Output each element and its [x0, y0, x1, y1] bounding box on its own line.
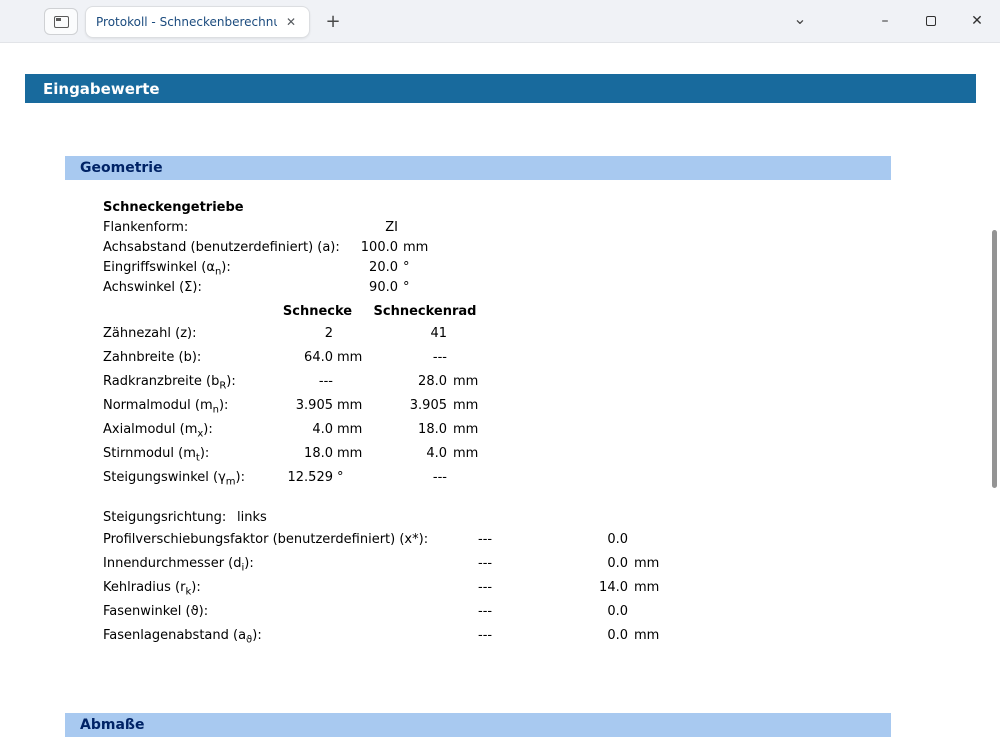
tab-overview-button[interactable]	[44, 8, 78, 35]
main-header-title: Eingabewerte	[43, 80, 160, 98]
row-value: links	[237, 508, 267, 528]
tab-title: Protokoll - Schneckenberechnung	[96, 15, 277, 29]
section-title: Abmaße	[80, 717, 144, 733]
row-label: Fasenwinkel (ϑ):	[103, 600, 478, 624]
table-row: Zahnbreite (b): 64.0 mm ---	[103, 346, 1000, 370]
subtitle-label: Schneckengetriebe	[103, 198, 244, 218]
row-label: Achsabstand (benutzerdefiniert) (a):	[103, 238, 353, 258]
value-schneckenrad: ---	[367, 346, 447, 370]
value-schnecke: 2	[268, 322, 333, 346]
wide-row: Fasenlagenabstand (aϑ): --- 0.0 mm	[103, 624, 1000, 648]
row-label: Profilverschiebungsfaktor (benutzerdefin…	[103, 528, 478, 552]
unit-schnecke: °	[337, 466, 367, 490]
row-value: 90.0	[353, 278, 398, 298]
table-row: Radkranzbreite (bR): --- 28.0 mm	[103, 370, 1000, 394]
data-row: Flankenform: ZI	[103, 218, 1000, 238]
wide-row: Fasenwinkel (ϑ): --- 0.0	[103, 600, 1000, 624]
data-row: Achswinkel (Σ): 90.0 °	[103, 278, 1000, 298]
geometry-content: Schneckengetriebe Flankenform: ZI Achsab…	[103, 198, 1000, 648]
row-label: Flankenform:	[103, 218, 353, 238]
minimize-button[interactable]: –	[862, 0, 908, 42]
unit-schneckenrad: mm	[453, 394, 478, 418]
value-schnecke: 3.905	[268, 394, 333, 418]
unit-schnecke: mm	[337, 418, 367, 442]
table-row: Steigungswinkel (γm): 12.529 ° ---	[103, 466, 1000, 490]
row-value: 0.0	[518, 552, 628, 576]
new-tab-button[interactable]: +	[320, 9, 346, 35]
schnecke-placeholder: ---	[478, 552, 518, 576]
unit-schneckenrad: mm	[453, 442, 478, 466]
scrollbar-thumb[interactable]	[992, 230, 997, 488]
row-value: 0.0	[518, 600, 628, 624]
column-headers-row: Schnecke Schneckenrad	[103, 302, 1000, 322]
unit-schneckenrad: mm	[453, 370, 478, 394]
unit-schnecke: mm	[337, 346, 367, 370]
section-title: Geometrie	[80, 160, 163, 176]
schnecke-placeholder: ---	[478, 624, 518, 648]
row-unit: mm	[634, 624, 659, 648]
schnecke-placeholder: ---	[478, 528, 518, 552]
row-value: ZI	[353, 218, 398, 238]
row-value: 14.0	[518, 576, 628, 600]
unit-schnecke: mm	[337, 442, 367, 466]
tab-close-icon[interactable]: ✕	[283, 15, 299, 29]
value-schnecke: 4.0	[268, 418, 333, 442]
row-label: Steigungswinkel (γm):	[103, 466, 268, 495]
window-controls: – ✕	[862, 0, 1000, 42]
table-row: Stirnmodul (mt): 18.0 mm 4.0 mm	[103, 442, 1000, 466]
titlebar: Protokoll - Schneckenberechnung ✕ + ⌄ – …	[0, 0, 1000, 43]
data-row: Eingriffswinkel (αn): 20.0 °	[103, 258, 1000, 278]
table-row: Axialmodul (mx): 4.0 mm 18.0 mm	[103, 418, 1000, 442]
wide-row: Innendurchmesser (di): --- 0.0 mm	[103, 552, 1000, 576]
direction-row: Steigungsrichtung: links	[103, 508, 1000, 528]
table-row: Zähnezahl (z): 2 41	[103, 322, 1000, 346]
row-value: 0.0	[518, 624, 628, 648]
unit-schneckenrad: mm	[453, 418, 478, 442]
unit-schnecke: mm	[337, 394, 367, 418]
row-label: Fasenlagenabstand (aϑ):	[103, 624, 478, 653]
subtitle-row: Schneckengetriebe	[103, 198, 1000, 218]
column-header-schneckenrad: Schneckenrad	[367, 302, 483, 322]
close-button[interactable]: ✕	[954, 0, 1000, 42]
row-unit: °	[403, 258, 410, 278]
value-schneckenrad: 4.0	[367, 442, 447, 466]
wide-row: Kehlradius (rk): --- 14.0 mm	[103, 576, 1000, 600]
row-value: 0.0	[518, 528, 628, 552]
value-schnecke: 64.0	[268, 346, 333, 370]
section-geometrie: Geometrie	[65, 156, 891, 180]
wide-row: Profilverschiebungsfaktor (benutzerdefin…	[103, 528, 1000, 552]
schnecke-placeholder: ---	[478, 576, 518, 600]
section-abmasse: Abmaße	[65, 713, 891, 737]
table-row: Normalmodul (mn): 3.905 mm 3.905 mm	[103, 394, 1000, 418]
row-label: Zahnbreite (b):	[103, 346, 268, 370]
row-value: 20.0	[353, 258, 398, 278]
value-schnecke: 12.529	[268, 466, 333, 490]
value-schneckenrad: 41	[367, 322, 447, 346]
data-row: Achsabstand (benutzerdefiniert) (a): 100…	[103, 238, 1000, 258]
chevron-down-icon[interactable]: ⌄	[786, 7, 814, 35]
row-unit: °	[403, 278, 410, 298]
column-header-schnecke: Schnecke	[268, 302, 367, 322]
main-header: Eingabewerte	[25, 74, 976, 103]
schnecke-placeholder: ---	[478, 600, 518, 624]
value-schneckenrad: 3.905	[367, 394, 447, 418]
maximize-icon	[926, 16, 936, 26]
value-schnecke: ---	[268, 370, 333, 394]
row-unit: mm	[403, 238, 428, 258]
maximize-button[interactable]	[908, 0, 954, 42]
value-schnecke: 18.0	[268, 442, 333, 466]
row-value: 100.0	[353, 238, 398, 258]
window-icon	[54, 16, 69, 28]
row-label: Zähnezahl (z):	[103, 322, 268, 346]
value-schneckenrad: 28.0	[367, 370, 447, 394]
value-schneckenrad: 18.0	[367, 418, 447, 442]
row-unit: mm	[634, 576, 659, 600]
row-unit: mm	[634, 552, 659, 576]
row-label: Steigungsrichtung:	[103, 508, 237, 528]
value-schneckenrad: ---	[367, 466, 447, 490]
row-label: Achswinkel (Σ):	[103, 278, 353, 298]
browser-tab[interactable]: Protokoll - Schneckenberechnung ✕	[85, 6, 310, 38]
